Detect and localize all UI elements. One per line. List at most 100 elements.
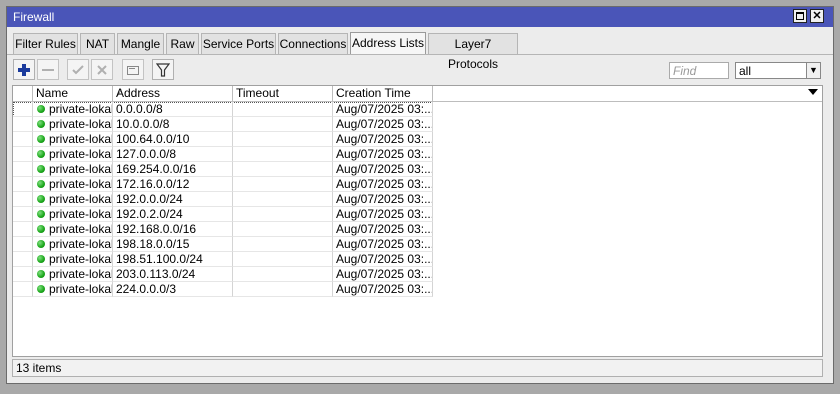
address-cell: 172.16.0.0/12: [113, 177, 233, 192]
comment-icon[interactable]: [122, 59, 144, 80]
table-row[interactable]: private-lokal 198.18.0.0/15 Aug/07/2025 03…: [13, 237, 433, 252]
filter-icon[interactable]: [152, 59, 174, 80]
tab-mangle[interactable]: Mangle: [117, 33, 164, 54]
tab-layer7-protocols[interactable]: Layer7 Protocols: [428, 33, 518, 71]
creation-time-cell: Aug/07/2025 03:...: [333, 252, 433, 267]
tab-connections[interactable]: Connections: [278, 33, 348, 54]
minus-icon[interactable]: [37, 59, 59, 80]
name-cell: private-lokal: [33, 177, 113, 192]
timeout-cell: [233, 267, 333, 282]
creation-time-cell: Aug/07/2025 03:...: [333, 282, 433, 297]
enabled-status-icon: [37, 165, 45, 173]
address-cell: 192.0.2.0/24: [113, 207, 233, 222]
table-row[interactable]: private-lokal 127.0.0.0/8 Aug/07/2025 03:.…: [13, 147, 433, 162]
creation-time-cell: Aug/07/2025 03:...: [333, 192, 433, 207]
name-cell: private-lokal: [33, 147, 113, 162]
table-row[interactable]: private-lokal 0.0.0.0/8 Aug/07/2025 03:...: [13, 102, 433, 117]
creation-time-cell: Aug/07/2025 03:...: [333, 117, 433, 132]
address-cell: 198.51.100.0/24: [113, 252, 233, 267]
address-list-table: Name ⁄ Address Timeout Creation Time pri…: [12, 85, 823, 357]
creation-time-cell: Aug/07/2025 03:...: [333, 102, 433, 117]
name-cell: private-lokal: [33, 252, 113, 267]
timeout-cell: [233, 222, 333, 237]
table-row[interactable]: private-lokal 10.0.0.0/8 Aug/07/2025 03:..…: [13, 117, 433, 132]
column-menu-dropdown-icon[interactable]: [808, 89, 818, 95]
column-header-name[interactable]: Name ⁄: [33, 86, 121, 101]
address-cell: 169.254.0.0/16: [113, 162, 233, 177]
plus-icon[interactable]: [13, 59, 35, 80]
timeout-cell: [233, 207, 333, 222]
timeout-cell: [233, 132, 333, 147]
maximize-button[interactable]: [793, 9, 807, 23]
timeout-cell: [233, 252, 333, 267]
filter-select-value: all: [739, 64, 752, 78]
row-flag-cell: [13, 132, 33, 147]
row-flag-cell: [13, 117, 33, 132]
address-cell: 203.0.113.0/24: [113, 267, 233, 282]
address-cell: 198.18.0.0/15: [113, 237, 233, 252]
column-header-creation-time[interactable]: Creation Time: [333, 86, 433, 101]
table-row[interactable]: private-lokal 192.0.2.0/24 Aug/07/2025 03:…: [13, 207, 433, 222]
enabled-status-icon: [37, 105, 45, 113]
tab-bar: Filter Rules NAT Mangle Raw Service Port…: [7, 32, 833, 71]
timeout-cell: [233, 282, 333, 297]
tab-filter-rules[interactable]: Filter Rules: [13, 33, 78, 54]
creation-time-cell: Aug/07/2025 03:...: [333, 222, 433, 237]
filter-select[interactable]: all ▼: [735, 62, 821, 79]
row-flag-cell: [13, 192, 33, 207]
name-cell: private-lokal: [33, 117, 113, 132]
address-cell: 224.0.0.0/3: [113, 282, 233, 297]
firewall-window: Firewall ✕ Filter Rules NAT Mangle Raw S…: [6, 6, 834, 384]
name-cell: private-lokal: [33, 102, 113, 117]
row-flag-cell: [13, 162, 33, 177]
column-header-address[interactable]: Address: [113, 86, 233, 101]
creation-time-cell: Aug/07/2025 03:...: [333, 132, 433, 147]
enabled-status-icon: [37, 150, 45, 158]
address-cell: 100.64.0.0/10: [113, 132, 233, 147]
enabled-status-icon: [37, 285, 45, 293]
row-flag-cell: [13, 222, 33, 237]
enabled-status-icon: [37, 195, 45, 203]
column-header-timeout[interactable]: Timeout: [233, 86, 333, 101]
table-row[interactable]: private-lokal 203.0.113.0/24 Aug/07/2025 0…: [13, 267, 433, 282]
address-cell: 10.0.0.0/8: [113, 117, 233, 132]
table-row[interactable]: private-lokal 169.254.0.0/16 Aug/07/2025 0…: [13, 162, 433, 177]
row-flag-cell: [13, 267, 33, 282]
table-header: Name ⁄ Address Timeout Creation Time: [13, 86, 822, 102]
check-icon[interactable]: [67, 59, 89, 80]
enabled-status-icon: [37, 135, 45, 143]
tab-nat[interactable]: NAT: [80, 33, 115, 54]
title-bar[interactable]: Firewall ✕: [7, 7, 833, 27]
tab-raw[interactable]: Raw: [166, 33, 199, 54]
name-cell: private-lokal: [33, 132, 113, 147]
close-button[interactable]: ✕: [810, 9, 824, 23]
column-header-flags[interactable]: [13, 86, 33, 101]
name-cell: private-lokal: [33, 222, 113, 237]
row-flag-cell: [13, 102, 33, 117]
table-row[interactable]: private-lokal 100.64.0.0/10 Aug/07/2025 03…: [13, 132, 433, 147]
row-flag-cell: [13, 147, 33, 162]
row-flag-cell: [13, 252, 33, 267]
table-row[interactable]: private-lokal 172.16.0.0/12 Aug/07/2025 03…: [13, 177, 433, 192]
timeout-cell: [233, 147, 333, 162]
name-cell: private-lokal: [33, 237, 113, 252]
name-cell: private-lokal: [33, 267, 113, 282]
creation-time-cell: Aug/07/2025 03:...: [333, 237, 433, 252]
tab-address-lists[interactable]: Address Lists: [350, 32, 426, 55]
table-row[interactable]: private-lokal 192.0.0.0/24 Aug/07/2025 03:…: [13, 192, 433, 207]
name-cell: private-lokal: [33, 282, 113, 297]
chevron-down-icon[interactable]: ▼: [806, 63, 820, 78]
table-row[interactable]: private-lokal 192.168.0.0/16 Aug/07/2025 0…: [13, 222, 433, 237]
timeout-cell: [233, 177, 333, 192]
x-icon[interactable]: [91, 59, 113, 80]
enabled-status-icon: [37, 225, 45, 233]
tab-service-ports[interactable]: Service Ports: [201, 33, 276, 54]
table-row[interactable]: private-lokal 224.0.0.0/3 Aug/07/2025 03:.…: [13, 282, 433, 297]
address-cell: 192.0.0.0/24: [113, 192, 233, 207]
timeout-cell: [233, 117, 333, 132]
row-flag-cell: [13, 207, 33, 222]
find-input[interactable]: [669, 62, 729, 79]
address-cell: 127.0.0.0/8: [113, 147, 233, 162]
timeout-cell: [233, 237, 333, 252]
table-row[interactable]: private-lokal 198.51.100.0/24 Aug/07/2025 …: [13, 252, 433, 267]
